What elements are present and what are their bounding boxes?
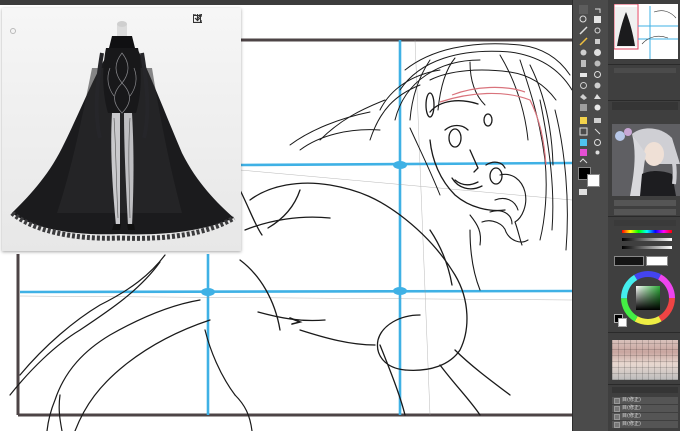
layer-row[interactable]: 目(修正) <box>612 397 678 404</box>
gradient-tool-icon[interactable] <box>579 103 588 112</box>
brush-size-slider[interactable] <box>614 200 676 206</box>
zoom-tool-icon[interactable] <box>579 15 588 24</box>
color-history-icon[interactable] <box>593 138 602 147</box>
sub-color-swatch[interactable] <box>587 174 600 187</box>
reference-image-window[interactable] <box>2 8 241 251</box>
color-set-icon[interactable] <box>593 59 602 68</box>
navigator-icon[interactable] <box>593 70 602 79</box>
hue-slider[interactable] <box>622 230 672 233</box>
tool-palette <box>572 0 609 431</box>
layer-row[interactable]: 目(修正) <box>612 405 678 412</box>
airbrush-tool-icon[interactable] <box>579 59 588 68</box>
color-preview-dark[interactable] <box>614 256 644 266</box>
open-external-icon[interactable] <box>193 14 221 26</box>
right-panel: 目(修正) 目(修正) 目(修正) 目(修正) <box>608 0 680 431</box>
auto-action-icon[interactable] <box>593 116 602 125</box>
property-row[interactable] <box>614 220 676 226</box>
hand-tool-icon[interactable] <box>579 5 588 14</box>
drawing-canvas[interactable] <box>0 0 572 431</box>
quick-access-icon[interactable] <box>593 148 602 157</box>
material-icon[interactable] <box>593 103 602 112</box>
layer-property-icon[interactable] <box>593 81 602 90</box>
navigator-thumbnail[interactable] <box>613 3 678 59</box>
layer-visibility-checkbox[interactable] <box>614 398 620 404</box>
color-wheel[interactable] <box>620 270 676 326</box>
color-wheel-icon[interactable] <box>593 48 602 57</box>
layer-name: 目(修正) <box>622 413 641 419</box>
sub-tool-icon[interactable] <box>593 37 602 46</box>
settings-icon[interactable] <box>593 26 602 35</box>
layer-visibility-checkbox[interactable] <box>614 422 620 428</box>
fill-tool-icon[interactable] <box>579 92 588 101</box>
pin-icon[interactable] <box>10 28 16 34</box>
brightness-slider[interactable] <box>622 246 672 249</box>
eraser-tool-icon[interactable] <box>579 70 588 79</box>
layer-row[interactable]: 目(修正) <box>612 421 678 428</box>
layer-name: 目(修正) <box>622 421 641 427</box>
color-preview-light[interactable] <box>646 256 668 266</box>
frame-tool-icon[interactable] <box>579 127 588 136</box>
layer-row[interactable]: 目(修正) <box>612 413 678 420</box>
opacity-slider[interactable] <box>614 209 676 215</box>
undo-icon[interactable] <box>593 5 602 14</box>
layer-visibility-checkbox[interactable] <box>614 414 620 420</box>
layer-panel-header <box>612 387 678 393</box>
color-swatch-white[interactable] <box>618 318 627 327</box>
text-tool-icon[interactable] <box>579 148 588 157</box>
clip-studio-window: 目(修正) 目(修正) 目(修正) 目(修正) <box>0 0 680 431</box>
saturation-slider[interactable] <box>622 238 672 241</box>
reference-window-toolbar <box>193 14 237 26</box>
leg-strokes <box>9 254 253 431</box>
blend-tool-icon[interactable] <box>579 81 588 90</box>
ruler-tool-icon[interactable] <box>579 138 588 147</box>
panel-icons-row <box>614 68 676 73</box>
pencil-tool-icon[interactable] <box>579 37 588 46</box>
brush-tool-icon[interactable] <box>579 48 588 57</box>
pen-tool-icon[interactable] <box>579 26 588 35</box>
layer-name: 目(修正) <box>622 397 641 403</box>
balloon-tool-icon[interactable] <box>579 158 588 167</box>
color-set-palette[interactable] <box>612 340 678 380</box>
download-icon[interactable] <box>193 14 237 26</box>
correction-icon[interactable] <box>593 127 602 136</box>
figure-tool-icon[interactable] <box>579 116 588 125</box>
new-layer-icon[interactable] <box>593 15 602 24</box>
history-icon[interactable] <box>593 92 602 101</box>
layer-name: 目(修正) <box>622 405 641 411</box>
layer-visibility-checkbox[interactable] <box>614 406 620 412</box>
character-reference-thumbnail[interactable] <box>612 124 680 196</box>
tab-bar[interactable] <box>612 102 678 110</box>
transparent-color-swatch[interactable] <box>579 189 587 195</box>
gown-reference-image <box>2 8 241 251</box>
